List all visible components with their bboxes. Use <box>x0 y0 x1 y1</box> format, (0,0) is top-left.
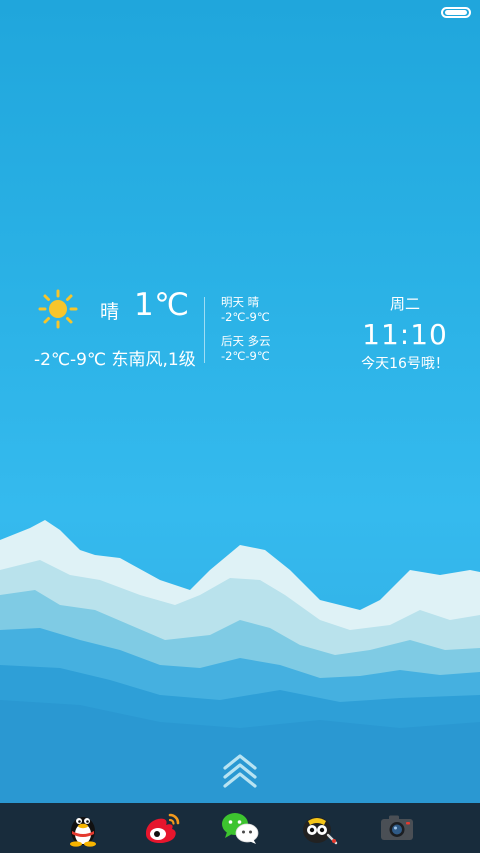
temperature-range-wind: -2℃-9℃ 东南风,1级 <box>34 350 196 370</box>
camera-icon[interactable] <box>376 807 418 849</box>
swipe-up-unlock-icon[interactable] <box>220 752 260 790</box>
clock-time: 11:10 <box>362 318 448 351</box>
divider <box>204 297 205 363</box>
weather-widget[interactable]: 晴 1℃ -2℃-9℃ 东南风,1级 明天 晴 -2℃-9℃ 后天 多云 -2℃… <box>0 285 480 375</box>
forecast-day-after: 后天 多云 -2℃-9℃ <box>221 334 271 364</box>
forecast-range: -2℃-9℃ <box>221 310 270 324</box>
current-temperature: 1℃ <box>134 287 190 323</box>
bee-app-icon[interactable] <box>298 807 340 849</box>
forecast-range: -2℃-9℃ <box>221 349 270 363</box>
sunny-icon <box>38 289 78 329</box>
forecast-tomorrow: 明天 晴 -2℃-9℃ <box>221 295 270 325</box>
date-message: 今天16号哦！ <box>361 356 449 372</box>
weibo-icon[interactable] <box>141 807 183 849</box>
forecast-day-condition: 明天 晴 <box>221 295 260 309</box>
weekday-label: 周二 <box>389 295 420 313</box>
battery-indicator <box>441 7 471 18</box>
qq-icon[interactable] <box>62 807 104 849</box>
app-dock <box>0 803 480 853</box>
clock-widget[interactable]: 周二 11:10 今天16号哦！ <box>345 293 465 373</box>
weather-condition: 晴 <box>100 301 120 323</box>
forecast-day-condition: 后天 多云 <box>221 334 271 348</box>
wechat-icon[interactable] <box>219 807 261 849</box>
